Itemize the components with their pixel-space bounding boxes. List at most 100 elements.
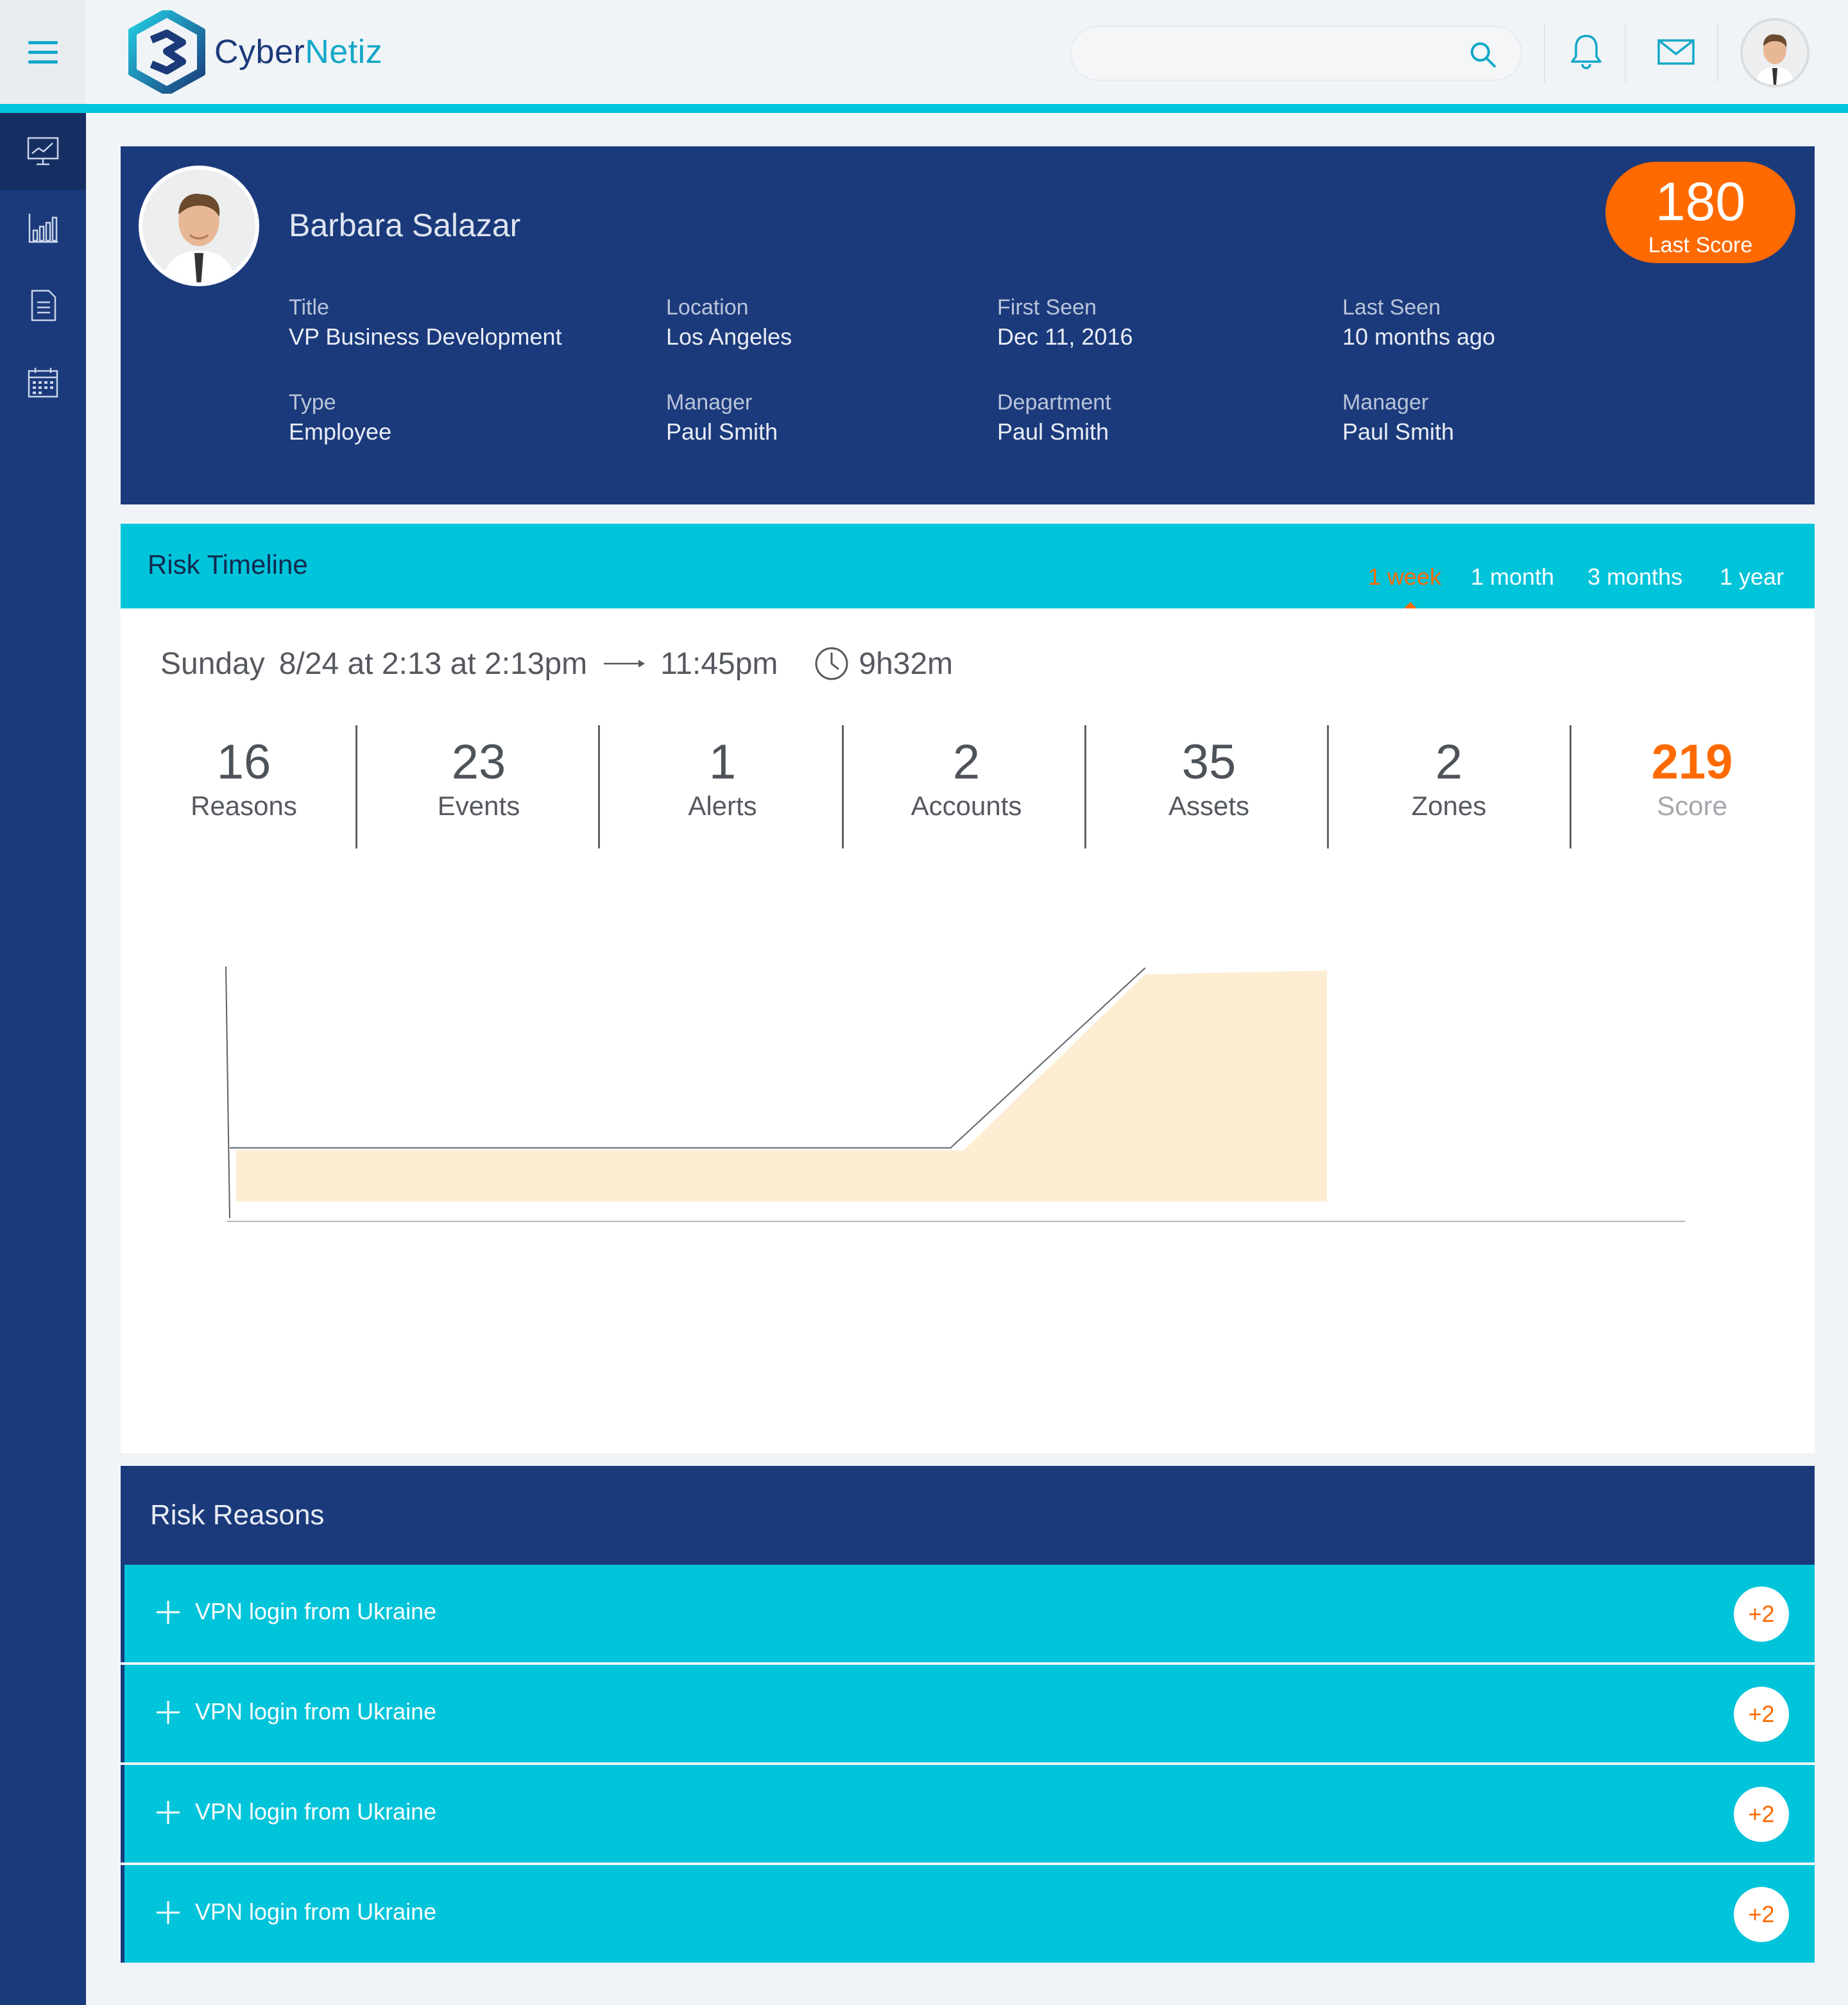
expand-plus-icon[interactable]	[151, 1596, 185, 1629]
reason-row[interactable]: VPN login from Ukraine +2	[121, 1765, 1815, 1863]
avatar-portrait-icon	[1743, 21, 1807, 85]
expand-plus-icon[interactable]	[151, 1896, 185, 1929]
reason-text: VPN login from Ukraine	[195, 1898, 437, 1925]
header-accent-bar	[0, 104, 1848, 113]
y-axis	[225, 966, 230, 1219]
last-score-badge: 180 Last Score	[1605, 162, 1795, 263]
last-score-value: 180	[1655, 171, 1746, 232]
field-label: Type	[289, 390, 336, 415]
session-duration: 9h32m	[859, 646, 954, 681]
bell-icon[interactable]	[1568, 32, 1604, 71]
stat-assets[interactable]: 35 Assets	[1088, 725, 1330, 848]
tab-1-month[interactable]: 1 month	[1471, 564, 1554, 590]
stat-label: Alerts	[688, 791, 757, 821]
tab-1-year[interactable]: 1 year	[1720, 564, 1784, 590]
divider	[1544, 23, 1545, 82]
sidebar-item-dashboard[interactable]	[0, 113, 86, 190]
stat-label: Reasons	[191, 791, 297, 821]
clock-icon	[815, 647, 848, 680]
sidebar-item-analytics[interactable]	[0, 190, 86, 267]
top-bar: CyberNetiz	[0, 0, 1848, 104]
risk-reasons-title: Risk Reasons	[150, 1499, 325, 1531]
sidebar-item-reports[interactable]	[0, 267, 86, 344]
expand-plus-icon[interactable]	[151, 1696, 185, 1729]
search-icon[interactable]	[1467, 39, 1499, 71]
menu-button[interactable]	[0, 0, 86, 104]
stat-divider	[842, 725, 844, 848]
field-manager-2: Manager Paul Smith	[1342, 388, 1454, 447]
risk-timeline-title: Risk Timeline	[148, 549, 308, 580]
calendar-icon	[28, 368, 58, 398]
field-label: Manager	[666, 390, 753, 415]
reason-text: VPN login from Ukraine	[195, 1698, 437, 1725]
field-value: 10 months ago	[1342, 323, 1496, 350]
reason-row[interactable]: VPN login from Ukraine +2	[121, 1665, 1815, 1762]
field-value: VP Business Development	[289, 323, 562, 350]
risk-timeline-chart	[225, 966, 1685, 1222]
reason-row[interactable]: VPN login from Ukraine +2	[121, 1865, 1815, 1963]
field-label: First Seen	[997, 295, 1097, 320]
field-label: Manager	[1342, 390, 1429, 415]
stat-label: Score	[1657, 791, 1727, 821]
logo-hexagon-icon	[128, 10, 205, 94]
divider	[1625, 23, 1626, 82]
reason-count-badge[interactable]: +2	[1734, 1887, 1789, 1942]
mail-icon[interactable]	[1657, 39, 1695, 65]
expand-plus-icon[interactable]	[151, 1796, 185, 1829]
stat-divider	[1570, 725, 1571, 848]
arrow-right-icon	[604, 660, 646, 667]
reason-text: VPN login from Ukraine	[195, 1598, 437, 1624]
stat-label: Zones	[1411, 791, 1487, 821]
divider	[1717, 23, 1718, 82]
stat-value: 16	[216, 735, 271, 789]
stats-row: 16 Reasons 23 Events 1 Alerts 2 Accounts…	[121, 725, 1815, 848]
brand-name: CyberNetiz	[214, 33, 382, 71]
field-value: Los Angeles	[666, 323, 792, 350]
active-tab-indicator	[1404, 602, 1417, 608]
tab-1-week[interactable]: 1 week	[1368, 564, 1441, 590]
stat-alerts[interactable]: 1 Alerts	[602, 725, 843, 848]
profile-avatar	[139, 166, 259, 286]
field-first-seen: First Seen Dec 11, 2016	[997, 293, 1133, 352]
field-department: Department Paul Smith	[997, 388, 1111, 447]
stat-reasons[interactable]: 16 Reasons	[135, 725, 353, 848]
menu-icon	[28, 38, 58, 67]
stat-accounts[interactable]: 2 Accounts	[846, 725, 1087, 848]
risk-area-fill	[236, 970, 1327, 1201]
sidebar-item-calendar[interactable]	[0, 344, 86, 421]
stat-events[interactable]: 23 Events	[359, 725, 598, 848]
stat-value: 1	[708, 735, 737, 789]
reason-row[interactable]: VPN login from Ukraine +2	[121, 1565, 1815, 1662]
brand-name-part2: Netiz	[305, 33, 383, 71]
session-summary: Sunday 8/24 at 2:13 at 2:13pm 11:45pm 9h…	[160, 646, 953, 682]
sidebar	[0, 113, 86, 2005]
last-score-label: Last Score	[1648, 233, 1753, 257]
session-day: Sunday	[160, 646, 265, 681]
session-end: 11:45pm	[660, 646, 778, 681]
field-value: Paul Smith	[1342, 418, 1455, 445]
stat-zones[interactable]: 2 Zones	[1331, 725, 1567, 848]
search-input[interactable]	[1091, 27, 1450, 80]
dashboard-monitor-icon	[27, 137, 59, 166]
field-value: Employee	[289, 418, 392, 445]
reason-count-badge[interactable]: +2	[1734, 1587, 1789, 1642]
field-title: Title VP Business Development	[289, 293, 562, 352]
stat-label: Accounts	[911, 791, 1022, 821]
stat-value: 2	[952, 735, 980, 789]
brand-logo[interactable]: CyberNetiz	[128, 10, 382, 94]
risk-timeline-header: Risk Timeline 1 week 1 month 3 months 1 …	[121, 524, 1815, 608]
user-avatar[interactable]	[1740, 18, 1810, 87]
tab-3-months[interactable]: 3 months	[1587, 564, 1682, 590]
search-box[interactable]	[1070, 26, 1522, 81]
field-label: Last Seen	[1342, 295, 1441, 320]
profile-portrait-icon	[142, 169, 255, 282]
reason-count-badge[interactable]: +2	[1734, 1787, 1789, 1842]
stat-score[interactable]: 219 Score	[1573, 725, 1811, 848]
stat-divider	[1084, 725, 1086, 848]
field-value: Dec 11, 2016	[997, 323, 1133, 350]
field-value: Paul Smith	[997, 418, 1109, 445]
brand-name-part1: Cyber	[214, 33, 305, 71]
field-last-seen: Last Seen 10 months ago	[1342, 293, 1495, 352]
profile-name: Barbara Salazar	[289, 207, 521, 243]
reason-count-badge[interactable]: +2	[1734, 1687, 1789, 1742]
